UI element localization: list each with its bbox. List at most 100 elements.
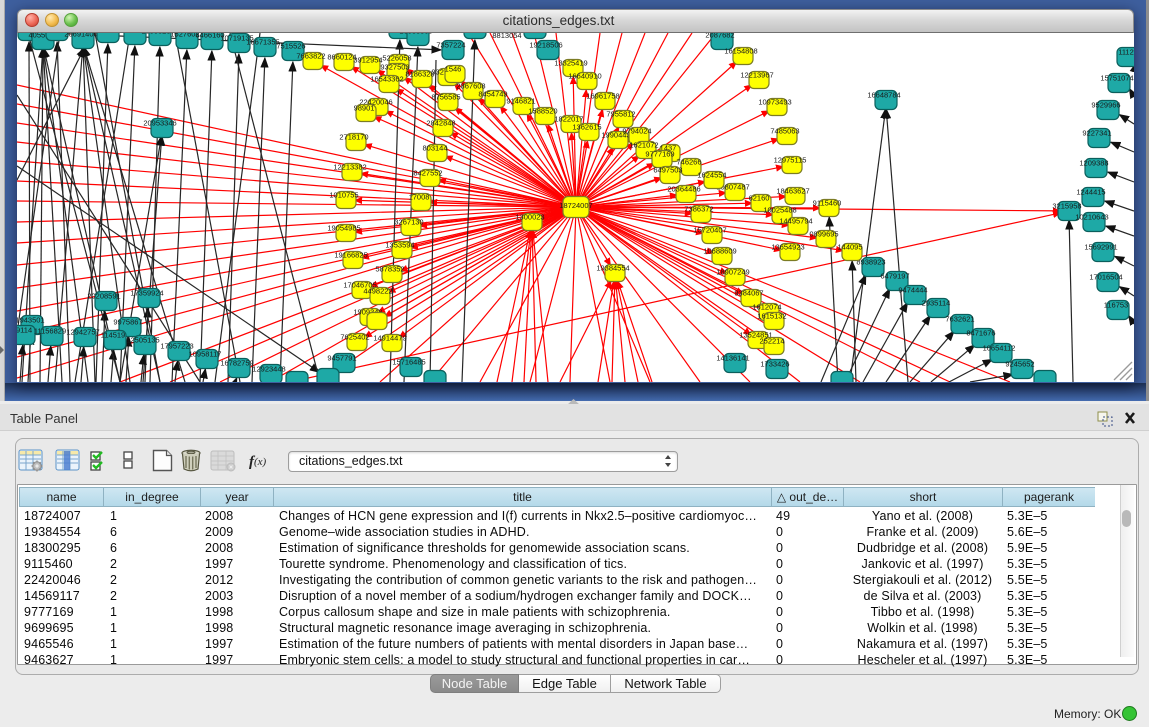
svg-text:14914479: 14914479 — [373, 334, 406, 343]
svg-text:(x): (x) — [254, 456, 267, 468]
svg-text:1621072: 1621072 — [629, 141, 658, 150]
svg-text:10654112: 10654112 — [983, 344, 1016, 353]
svg-text:1362615: 1362615 — [572, 123, 601, 132]
svg-text:6497503: 6497503 — [653, 166, 682, 175]
svg-text:3215958: 3215958 — [1052, 202, 1081, 211]
svg-text:8660124: 8660124 — [327, 53, 356, 62]
svg-text:14495794: 14495794 — [779, 217, 812, 226]
svg-text:1943501: 1943501 — [17, 316, 45, 325]
svg-text:20208591: 20208591 — [87, 292, 120, 301]
svg-text:803144: 803144 — [422, 144, 447, 153]
svg-text:1546: 1546 — [445, 65, 462, 74]
svg-text:8186328: 8186328 — [405, 70, 434, 79]
svg-text:16640910: 16640910 — [568, 72, 601, 81]
svg-text:7485063: 7485063 — [770, 127, 799, 136]
svg-text:39114: 39114 — [17, 326, 32, 335]
svg-text:9457791: 9457791 — [327, 354, 356, 363]
svg-text:5226058: 5226058 — [382, 54, 411, 63]
svg-text:10025488: 10025488 — [763, 206, 796, 215]
svg-text:13325419: 13325419 — [554, 59, 587, 68]
svg-text:9474444: 9474444 — [898, 286, 927, 295]
svg-text:17008: 17008 — [409, 193, 430, 202]
svg-text:1244415: 1244415 — [1076, 188, 1105, 197]
svg-text:20364486: 20364486 — [667, 185, 700, 194]
svg-text:17359924: 17359924 — [130, 289, 163, 298]
svg-text:18463627: 18463627 — [776, 187, 809, 196]
svg-text:10210643: 10210643 — [1075, 213, 1108, 222]
svg-text:0899695: 0899695 — [809, 230, 838, 239]
svg-text:19166825: 19166825 — [334, 251, 367, 260]
svg-text:3912954: 3912954 — [353, 56, 382, 65]
svg-text:1353594: 1353594 — [385, 241, 414, 250]
svg-text:15720407: 15720407 — [693, 226, 726, 235]
svg-text:252214: 252214 — [759, 337, 784, 346]
svg-text:16154808: 16154808 — [724, 47, 757, 56]
svg-text:19384554: 19384554 — [596, 264, 629, 273]
svg-text:16543362: 16543362 — [370, 75, 403, 84]
svg-text:12505135: 12505135 — [126, 336, 159, 345]
svg-text:1733426: 1733426 — [760, 360, 789, 369]
svg-text:16961758: 16961758 — [586, 92, 619, 101]
svg-text:15716485: 15716485 — [392, 358, 425, 367]
svg-text:19054985: 19054985 — [327, 224, 360, 233]
svg-text:1624554: 1624554 — [697, 171, 726, 180]
svg-text:13654923: 13654923 — [771, 243, 804, 252]
svg-text:10973493: 10973493 — [758, 98, 791, 107]
svg-text:3267130: 3267130 — [394, 218, 423, 227]
svg-text:8454749: 8454749 — [478, 90, 507, 99]
svg-text:7515526: 7515526 — [276, 42, 305, 51]
svg-text:10958117: 10958117 — [189, 350, 222, 359]
svg-text:8756585: 8756585 — [431, 93, 460, 102]
svg-text:15692991: 15692991 — [1084, 243, 1117, 252]
svg-text:19218506: 19218506 — [529, 41, 562, 50]
svg-text:1209388: 1209388 — [1079, 159, 1108, 168]
svg-text:7632621: 7632621 — [945, 315, 974, 324]
svg-text:9146821: 9146821 — [506, 97, 535, 106]
svg-text:62160: 62160 — [749, 194, 770, 203]
svg-text:2842848: 2842848 — [426, 119, 455, 128]
svg-text:16782759: 16782759 — [220, 359, 253, 368]
svg-text:18907249: 18907249 — [716, 268, 749, 277]
svg-text:9975867: 9975867 — [113, 318, 142, 327]
svg-text:10688609: 10688609 — [703, 247, 736, 256]
svg-text:12942757: 12942757 — [66, 328, 99, 337]
svg-text:14136141: 14136141 — [716, 354, 749, 363]
svg-text:16648784: 16648784 — [867, 91, 900, 100]
svg-text:7663822: 7663822 — [296, 52, 325, 61]
svg-text:9115460: 9115460 — [813, 199, 842, 208]
svg-text:98901: 98901 — [354, 104, 375, 113]
svg-text:2718170: 2718170 — [339, 133, 368, 142]
svg-text:6479197: 6479197 — [880, 272, 909, 281]
svg-text:7625402: 7625402 — [340, 333, 369, 342]
svg-text:12213967: 12213967 — [740, 71, 773, 80]
svg-text:5878352: 5878352 — [375, 265, 404, 274]
svg-text:1300023: 1300023 — [515, 213, 544, 222]
svg-text:1588520: 1588520 — [528, 107, 557, 116]
svg-text:17016504: 17016504 — [1089, 273, 1122, 282]
svg-text:8427552: 8427552 — [413, 169, 442, 178]
svg-text:2935114: 2935114 — [922, 299, 951, 308]
svg-text:116753: 116753 — [1104, 301, 1128, 310]
svg-text:144095: 144095 — [837, 243, 862, 252]
svg-text:11156829: 11156829 — [34, 327, 66, 336]
svg-text:12923448: 12923448 — [252, 365, 285, 374]
svg-text:16033809: 16033809 — [399, 33, 432, 36]
svg-text:9384067: 9384067 — [734, 289, 763, 298]
svg-text:20691406: 20691406 — [64, 33, 97, 39]
svg-text:16671355: 16671355 — [246, 38, 279, 47]
svg-text:1615132: 1615132 — [757, 312, 786, 321]
svg-text:7386372: 7386372 — [684, 205, 713, 214]
svg-text:7955812: 7955812 — [606, 110, 635, 119]
svg-text:2087682: 2087682 — [705, 33, 734, 40]
svg-text:1112: 1112 — [1118, 48, 1134, 57]
svg-text:1612074: 1612074 — [752, 303, 781, 312]
svg-text:18724007: 18724007 — [559, 201, 592, 210]
svg-text:12213382: 12213382 — [333, 163, 366, 172]
svg-text:7357224: 7357224 — [436, 41, 465, 50]
svg-text:8471676: 8471676 — [966, 329, 995, 338]
svg-text:9245652: 9245652 — [1005, 360, 1034, 369]
svg-text:9777169: 9777169 — [645, 150, 674, 159]
svg-text:9227341: 9227341 — [1082, 129, 1111, 138]
svg-text:12975115: 12975115 — [774, 156, 807, 165]
svg-text:8813054: 8813054 — [492, 33, 521, 40]
